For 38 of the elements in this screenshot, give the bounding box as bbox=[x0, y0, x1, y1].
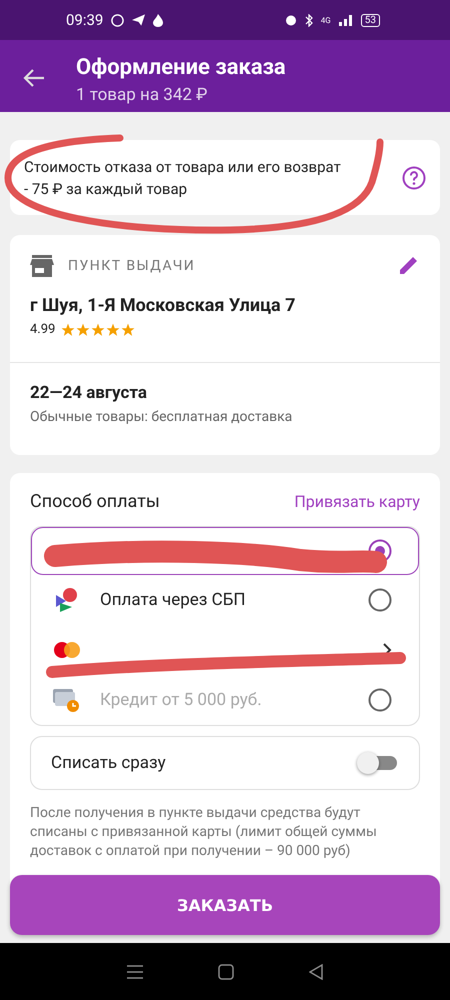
store-icon bbox=[30, 255, 54, 277]
home-icon[interactable] bbox=[218, 964, 234, 980]
send-icon bbox=[132, 14, 146, 26]
menu-icon[interactable] bbox=[127, 964, 144, 980]
rating-value: 4.99 bbox=[30, 322, 56, 337]
payment-note: После получения в пункте выдачи средства будут списаны с привязанной карты (лимит общей суммы доставок с оплатой при получении – 90 000 руб) bbox=[30, 804, 378, 861]
help-icon[interactable] bbox=[402, 166, 426, 190]
radio-button[interactable] bbox=[368, 588, 392, 612]
order-summary: 1 товар на 342 ₽ bbox=[76, 84, 208, 107]
section-title: Способ оплаты bbox=[30, 491, 160, 512]
payment-option[interactable] bbox=[31, 527, 419, 575]
star-icon bbox=[76, 322, 90, 336]
delivery-note: Обычные товары: бесплатная доставка bbox=[30, 409, 294, 425]
return-fee-notice: Стоимость отказа от товара или его возврат - 75 ₽ за каждый товар bbox=[24, 156, 342, 200]
link-card-link[interactable]: Привязать карту bbox=[294, 492, 420, 511]
sbp-logo-icon bbox=[54, 587, 80, 613]
option-label: Оплата через СБП bbox=[100, 590, 247, 610]
payment-option[interactable]: Оплата через СБП bbox=[31, 575, 419, 625]
pickup-label: ПУНКТ ВЫДАЧИ bbox=[68, 258, 196, 274]
option-label: Кредит от 5 000 руб. bbox=[100, 690, 263, 710]
star-icon bbox=[61, 322, 76, 336]
bluetooth-icon bbox=[304, 14, 313, 26]
back-icon[interactable] bbox=[308, 964, 323, 980]
page-title: Оформление заказа bbox=[76, 54, 286, 82]
pickup-address: г Шуя, 1-Я Московская Улица 7 bbox=[30, 295, 296, 316]
star-icon bbox=[106, 322, 120, 336]
battery-level: 53 bbox=[360, 14, 380, 26]
signal-icon bbox=[338, 14, 353, 26]
toggle-label: Списать сразу bbox=[51, 753, 166, 773]
star-icon bbox=[121, 322, 136, 336]
clock-time: 09:39 bbox=[66, 11, 104, 29]
radio-button[interactable] bbox=[368, 539, 392, 563]
delivery-date: 22—24 августа bbox=[30, 383, 148, 403]
card-logo-icon bbox=[53, 641, 81, 659]
credit-card-icon bbox=[53, 687, 81, 713]
order-button[interactable]: ЗАКАЗАТЬ bbox=[10, 875, 440, 935]
star-icon bbox=[91, 322, 106, 336]
network-label: 4G bbox=[320, 16, 331, 24]
